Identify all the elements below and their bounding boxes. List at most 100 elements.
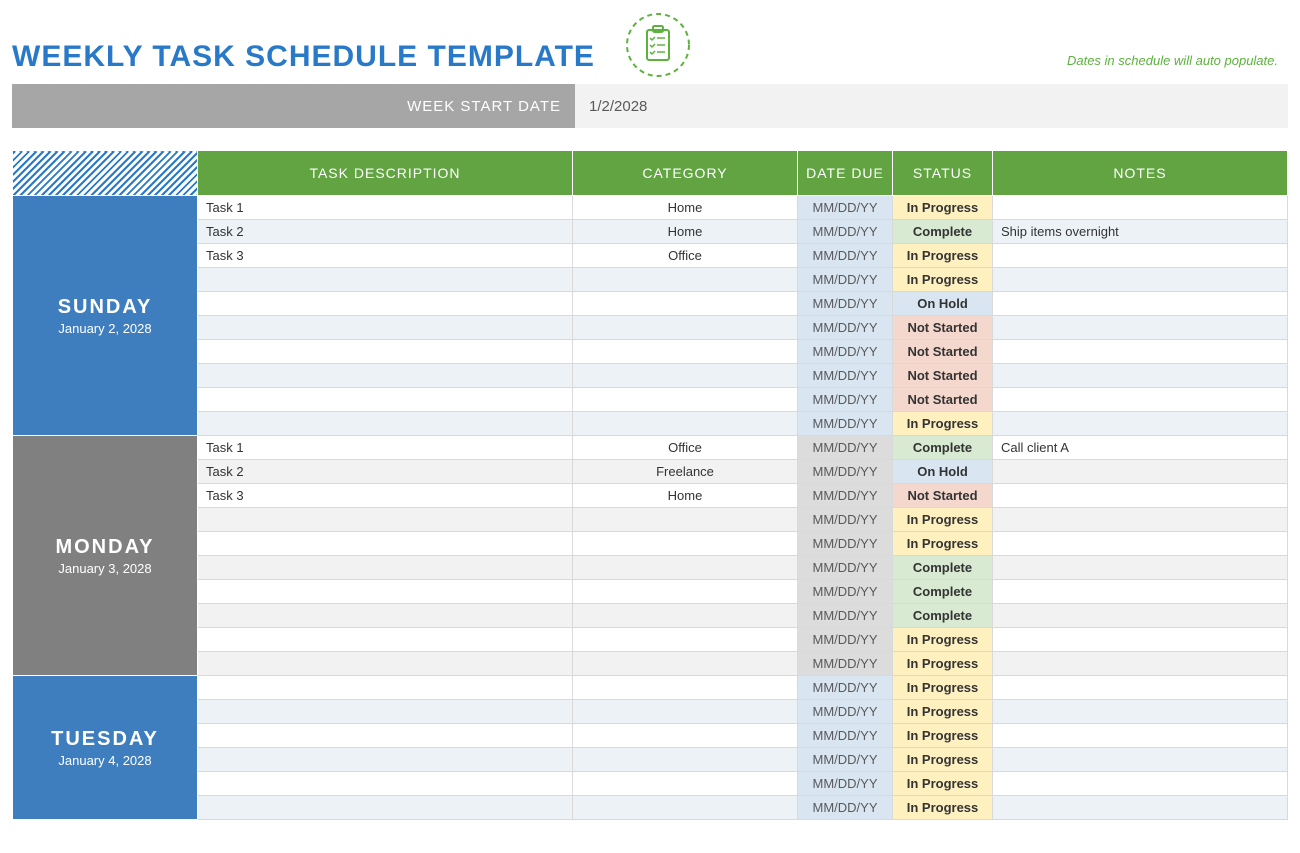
task-notes-cell[interactable] [993,460,1288,484]
task-status-cell[interactable]: In Progress [893,796,993,820]
task-category-cell[interactable] [573,268,798,292]
task-desc-cell[interactable] [198,532,573,556]
task-notes-cell[interactable] [993,652,1288,676]
task-desc-cell[interactable] [198,364,573,388]
task-category-cell[interactable]: Home [573,196,798,220]
task-notes-cell[interactable] [993,316,1288,340]
task-status-cell[interactable]: Not Started [893,340,993,364]
task-status-cell[interactable]: Not Started [893,388,993,412]
task-notes-cell[interactable] [993,676,1288,700]
task-category-cell[interactable] [573,772,798,796]
task-notes-cell[interactable] [993,532,1288,556]
task-category-cell[interactable]: Home [573,484,798,508]
task-notes-cell[interactable] [993,364,1288,388]
task-date-cell[interactable]: MM/DD/YY [798,652,893,676]
task-notes-cell[interactable] [993,244,1288,268]
task-date-cell[interactable]: MM/DD/YY [798,268,893,292]
task-status-cell[interactable]: In Progress [893,676,993,700]
task-date-cell[interactable]: MM/DD/YY [798,364,893,388]
task-notes-cell[interactable] [993,604,1288,628]
task-status-cell[interactable]: In Progress [893,196,993,220]
task-status-cell[interactable]: In Progress [893,532,993,556]
task-date-cell[interactable]: MM/DD/YY [798,580,893,604]
task-date-cell[interactable]: MM/DD/YY [798,460,893,484]
task-desc-cell[interactable] [198,724,573,748]
task-date-cell[interactable]: MM/DD/YY [798,796,893,820]
task-date-cell[interactable]: MM/DD/YY [798,484,893,508]
task-category-cell[interactable] [573,316,798,340]
task-date-cell[interactable]: MM/DD/YY [798,676,893,700]
task-date-cell[interactable]: MM/DD/YY [798,220,893,244]
task-category-cell[interactable]: Office [573,244,798,268]
task-date-cell[interactable]: MM/DD/YY [798,340,893,364]
task-category-cell[interactable] [573,628,798,652]
task-desc-cell[interactable] [198,748,573,772]
task-category-cell[interactable] [573,292,798,316]
task-notes-cell[interactable]: Ship items overnight [993,220,1288,244]
task-status-cell[interactable]: Complete [893,580,993,604]
task-status-cell[interactable]: In Progress [893,268,993,292]
task-category-cell[interactable] [573,604,798,628]
task-notes-cell[interactable] [993,388,1288,412]
task-category-cell[interactable] [573,532,798,556]
task-category-cell[interactable]: Home [573,220,798,244]
task-category-cell[interactable] [573,700,798,724]
task-status-cell[interactable]: Not Started [893,364,993,388]
task-status-cell[interactable]: Not Started [893,316,993,340]
task-notes-cell[interactable] [993,556,1288,580]
task-date-cell[interactable]: MM/DD/YY [798,244,893,268]
task-category-cell[interactable]: Office [573,436,798,460]
task-desc-cell[interactable] [198,388,573,412]
task-notes-cell[interactable] [993,628,1288,652]
task-desc-cell[interactable] [198,628,573,652]
task-desc-cell[interactable] [198,652,573,676]
task-status-cell[interactable]: On Hold [893,460,993,484]
task-category-cell[interactable] [573,724,798,748]
task-category-cell[interactable] [573,676,798,700]
task-category-cell[interactable] [573,556,798,580]
task-status-cell[interactable]: Not Started [893,484,993,508]
task-status-cell[interactable]: Complete [893,604,993,628]
task-date-cell[interactable]: MM/DD/YY [798,508,893,532]
task-date-cell[interactable]: MM/DD/YY [798,772,893,796]
task-status-cell[interactable]: Complete [893,556,993,580]
task-notes-cell[interactable] [993,508,1288,532]
task-date-cell[interactable]: MM/DD/YY [798,700,893,724]
task-category-cell[interactable] [573,340,798,364]
task-desc-cell[interactable]: Task 2 [198,460,573,484]
task-desc-cell[interactable]: Task 3 [198,244,573,268]
task-status-cell[interactable]: In Progress [893,628,993,652]
task-notes-cell[interactable] [993,412,1288,436]
task-desc-cell[interactable] [198,580,573,604]
task-notes-cell[interactable] [993,748,1288,772]
task-status-cell[interactable]: In Progress [893,772,993,796]
task-notes-cell[interactable] [993,772,1288,796]
task-desc-cell[interactable] [198,508,573,532]
task-date-cell[interactable]: MM/DD/YY [798,604,893,628]
task-date-cell[interactable]: MM/DD/YY [798,724,893,748]
task-category-cell[interactable] [573,796,798,820]
task-desc-cell[interactable] [198,604,573,628]
task-desc-cell[interactable] [198,796,573,820]
task-category-cell[interactable] [573,580,798,604]
task-desc-cell[interactable]: Task 2 [198,220,573,244]
task-date-cell[interactable]: MM/DD/YY [798,436,893,460]
task-desc-cell[interactable] [198,676,573,700]
task-status-cell[interactable]: In Progress [893,412,993,436]
task-category-cell[interactable] [573,364,798,388]
task-notes-cell[interactable] [993,268,1288,292]
task-notes-cell[interactable] [993,700,1288,724]
task-status-cell[interactable]: Complete [893,436,993,460]
task-desc-cell[interactable]: Task 3 [198,484,573,508]
task-status-cell[interactable]: On Hold [893,292,993,316]
task-date-cell[interactable]: MM/DD/YY [798,316,893,340]
task-date-cell[interactable]: MM/DD/YY [798,628,893,652]
task-date-cell[interactable]: MM/DD/YY [798,196,893,220]
task-notes-cell[interactable] [993,484,1288,508]
task-category-cell[interactable] [573,748,798,772]
task-status-cell[interactable]: In Progress [893,244,993,268]
task-date-cell[interactable]: MM/DD/YY [798,556,893,580]
task-notes-cell[interactable] [993,724,1288,748]
task-desc-cell[interactable]: Task 1 [198,196,573,220]
task-status-cell[interactable]: In Progress [893,700,993,724]
